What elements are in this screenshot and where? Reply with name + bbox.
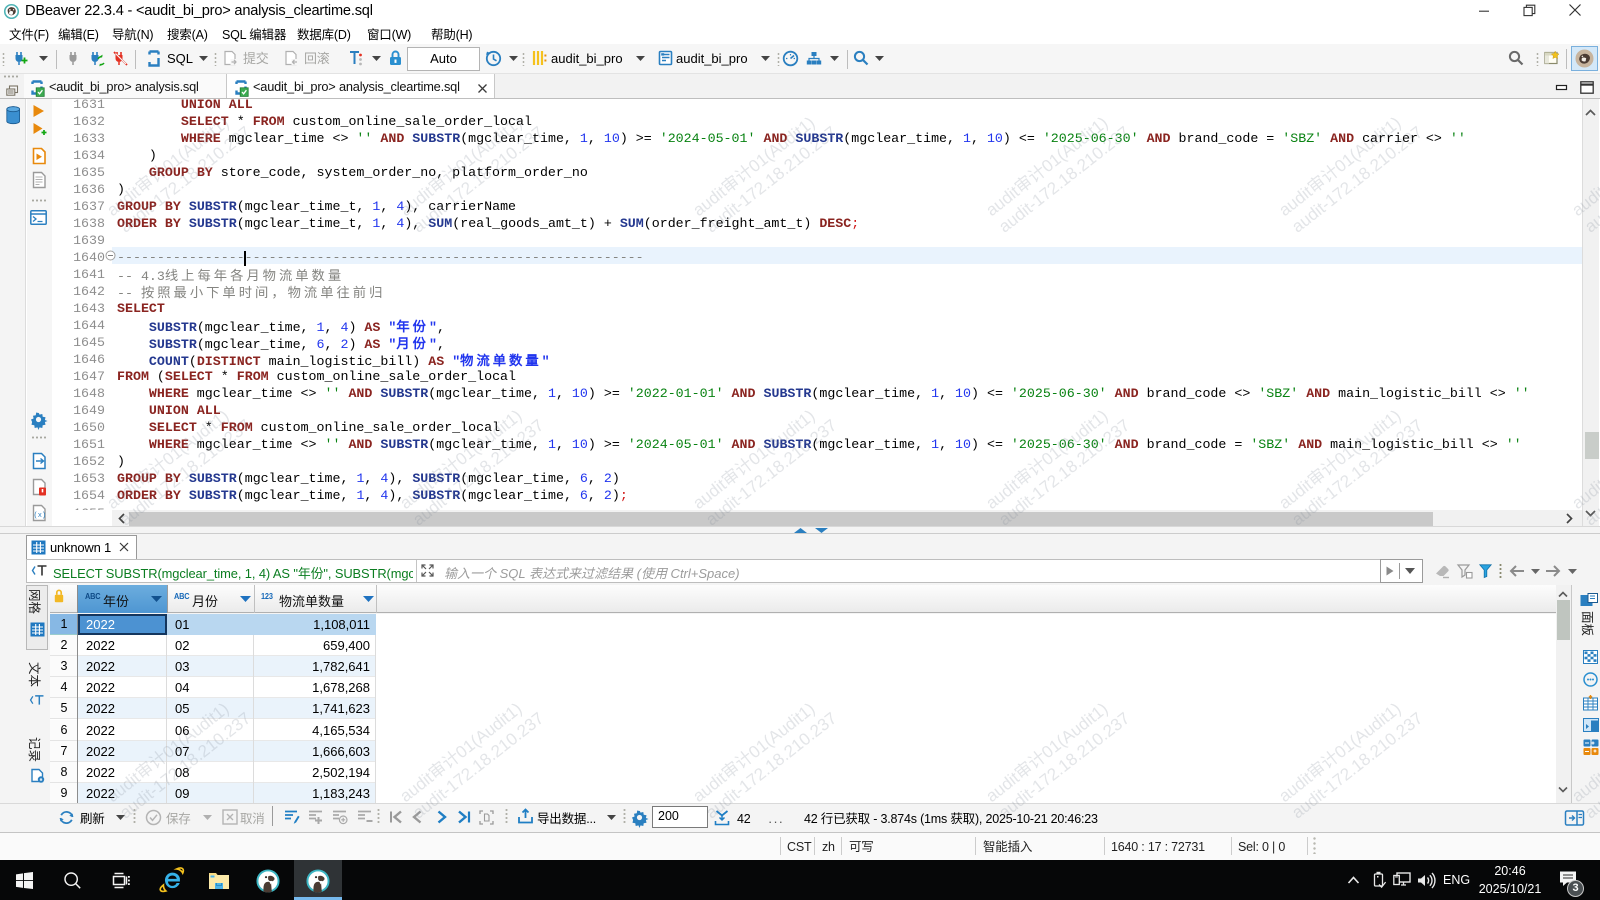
svg-text:(x): (x) <box>34 512 47 520</box>
